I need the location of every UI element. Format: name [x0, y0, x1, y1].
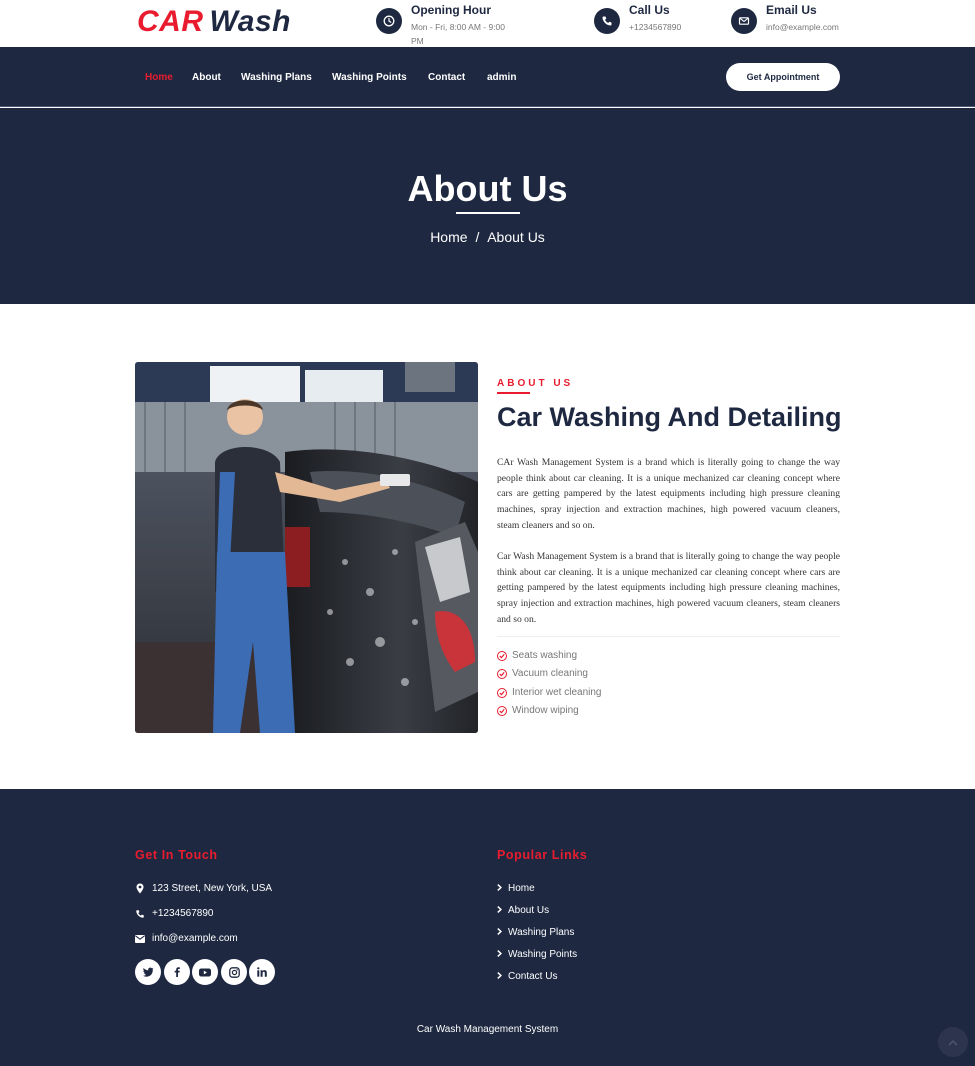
footer-link-label: Washing Plans: [508, 927, 575, 938]
brand-logo-part1: CAR: [137, 5, 204, 38]
email-us-address[interactable]: info@example.com: [766, 20, 839, 34]
footer-link-home[interactable]: Home: [497, 883, 535, 894]
footer-phone-text[interactable]: +1234567890: [152, 908, 213, 919]
feature-item: Seats washing: [497, 650, 577, 661]
nav-washing-points[interactable]: Washing Points: [332, 72, 407, 83]
call-us-number[interactable]: +1234567890: [629, 20, 681, 34]
kicker-underline: [497, 392, 530, 394]
divider: [497, 636, 840, 637]
opening-hours-title: Opening Hour: [411, 3, 491, 17]
chevron-up-icon: [948, 1033, 958, 1051]
email-us-title: Email Us: [766, 3, 817, 17]
chevron-right-icon: [497, 905, 502, 916]
car-wash-photo: [135, 362, 478, 733]
footer-address-text: 123 Street, New York, USA: [152, 883, 273, 894]
page-header: About Us Home / About Us: [0, 108, 975, 304]
main-navbar: Home About Washing Plans Washing Points …: [0, 47, 975, 107]
nav-washing-plans[interactable]: Washing Plans: [241, 72, 312, 83]
phone-icon: [135, 909, 145, 919]
chevron-right-icon: [497, 971, 502, 982]
copyright-text: Car Wash Management System: [416, 1024, 559, 1035]
feature-item: Vacuum cleaning: [497, 668, 588, 679]
feature-label: Vacuum cleaning: [512, 668, 588, 679]
nav-contact[interactable]: Contact: [428, 72, 465, 83]
footer-link-washing-plans[interactable]: Washing Plans: [497, 927, 574, 938]
top-bar: CAR Wash Opening Hour Mon - Fri, 8:00 AM …: [0, 0, 975, 47]
popular-links-heading: Popular Links: [497, 848, 588, 862]
footer-link-washing-points[interactable]: Washing Points: [497, 949, 577, 960]
about-heading: Car Washing And Detailing: [497, 402, 842, 432]
chevron-right-icon: [497, 927, 502, 938]
footer-email-text[interactable]: info@example.com: [152, 933, 238, 944]
about-paragraph-1: CAr Wash Management System is a brand wh…: [497, 457, 840, 531]
clock-icon: [376, 8, 402, 34]
footer-address: 123 Street, New York, USA: [135, 883, 272, 894]
feature-label: Interior wet cleaning: [512, 687, 602, 698]
breadcrumb-separator: /: [475, 229, 480, 245]
call-us-title: Call Us: [629, 3, 670, 17]
footer-link-label: Contact Us: [508, 971, 558, 982]
footer: Get In Touch 123 Street, New York, USA +…: [0, 789, 975, 1066]
footer-link-label: About Us: [508, 905, 550, 916]
back-to-top-button[interactable]: [938, 1027, 968, 1057]
nav-about[interactable]: About: [192, 72, 221, 83]
facebook-icon[interactable]: [164, 959, 190, 985]
map-marker-icon: [135, 883, 145, 894]
footer-link-about[interactable]: About Us: [497, 905, 549, 916]
get-in-touch-heading: Get In Touch: [135, 848, 218, 862]
feature-label: Seats washing: [512, 650, 578, 661]
check-circle-icon: [497, 650, 507, 661]
breadcrumb: Home / About Us: [0, 229, 975, 245]
brand-logo-part2: Wash: [209, 5, 291, 38]
feature-item: Window wiping: [497, 705, 579, 716]
title-underline: [456, 212, 520, 214]
chevron-right-icon: [497, 883, 502, 894]
breadcrumb-current: About Us: [487, 229, 545, 245]
page-title: About Us: [407, 168, 568, 209]
footer-link-label: Washing Points: [508, 949, 578, 960]
phone-icon: [594, 8, 620, 34]
footer-phone: +1234567890: [135, 908, 213, 919]
get-appointment-button[interactable]: Get Appointment: [726, 63, 840, 91]
feature-label: Window wiping: [512, 705, 579, 716]
about-kicker: ABOUT US: [497, 378, 574, 389]
instagram-icon[interactable]: [221, 959, 247, 985]
check-circle-icon: [497, 668, 507, 679]
check-circle-icon: [497, 687, 507, 698]
footer-link-contact[interactable]: Contact Us: [497, 971, 557, 982]
brand-logo[interactable]: CAR Wash: [137, 5, 291, 39]
feature-item: Interior wet cleaning: [497, 687, 602, 698]
envelope-icon: [731, 8, 757, 34]
youtube-icon[interactable]: [192, 959, 218, 985]
chevron-right-icon: [497, 949, 502, 960]
opening-hours-text: Mon - Fri, 8:00 AM - 9:00 PM: [411, 22, 506, 46]
twitter-icon[interactable]: [135, 959, 161, 985]
nav-home[interactable]: Home: [145, 72, 173, 83]
breadcrumb-home[interactable]: Home: [430, 229, 467, 245]
nav-admin[interactable]: admin: [487, 72, 516, 83]
footer-link-label: Home: [508, 883, 535, 894]
check-circle-icon: [497, 705, 507, 716]
about-paragraph-2: Car Wash Management System is a brand th…: [497, 551, 840, 625]
linkedin-icon[interactable]: [249, 959, 275, 985]
footer-email: info@example.com: [135, 933, 238, 944]
envelope-icon: [135, 934, 145, 943]
